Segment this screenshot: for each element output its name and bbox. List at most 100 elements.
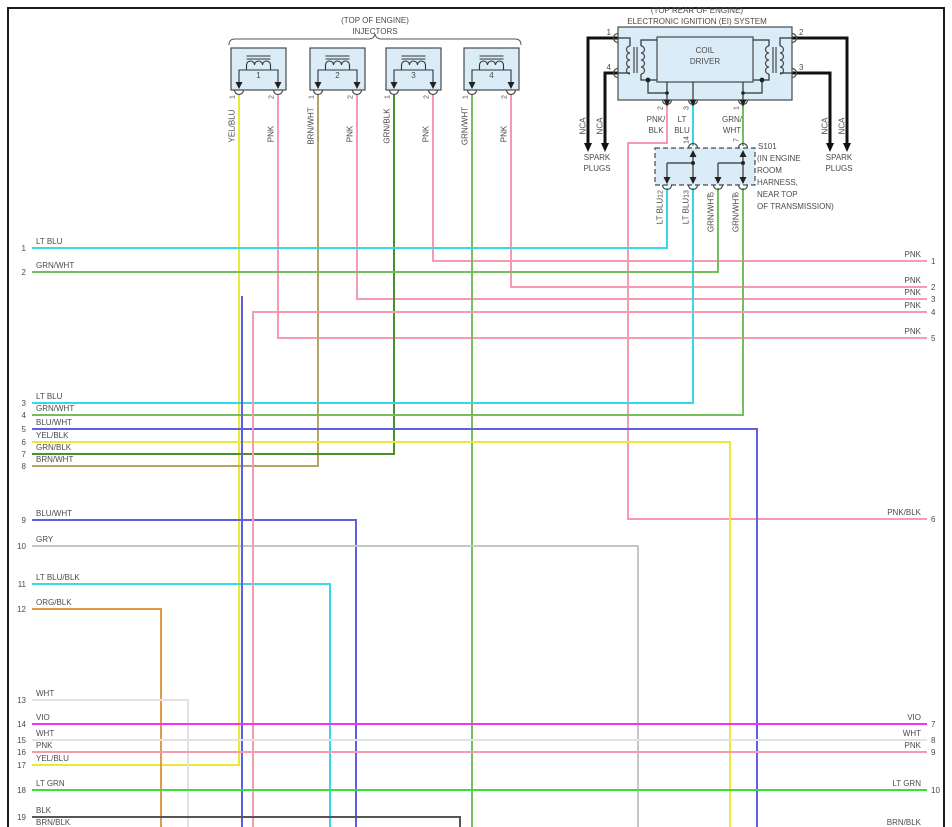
left-wire-number: 4 <box>21 411 26 420</box>
left-wire-label: LT BLU <box>36 392 63 401</box>
wire-row10-gry <box>32 545 639 827</box>
left-wire-number: 7 <box>21 450 26 459</box>
right-wire-label: PNK <box>904 327 921 336</box>
right-wire-number: 2 <box>931 283 936 292</box>
s101-note-line: HARNESS, <box>757 178 798 187</box>
left-wire-label: LT BLU <box>36 237 63 246</box>
wire-row5-blu-wht <box>32 428 758 827</box>
right-wire-label: LT GRN <box>892 779 921 788</box>
right-wire-number: 8 <box>931 736 936 745</box>
ei-bottom-pin-label: LT <box>677 115 687 124</box>
wiring-diagram: (TOP OF ENGINE) INJECTORS (TOP REAR OF E… <box>0 0 952 827</box>
ei-bottom-pin-label: WHT <box>722 126 742 135</box>
ei-system-box <box>612 26 798 107</box>
injectors-title-line2: INJECTORS <box>352 27 398 36</box>
left-wire-number: 5 <box>21 425 26 434</box>
injector-pin-wire-label: GRN/BLK <box>382 108 392 144</box>
ei-pin-number: 3 <box>799 63 804 72</box>
right-wire-number: 4 <box>931 308 936 317</box>
s101-name-label: S101 <box>758 142 777 151</box>
coil-driver-label-line1: COIL <box>695 46 715 55</box>
right-wire-number: 7 <box>931 720 936 729</box>
s101-bottom-pin-label: LT BLU <box>681 197 691 225</box>
injector-pin-number: 2 <box>501 95 509 99</box>
coil-driver-label-line2: DRIVER <box>689 57 721 66</box>
wire-s101-pin6-grn-wht <box>32 188 744 416</box>
left-wire-label: ORG/BLK <box>36 598 72 607</box>
right-wire-label: PNK <box>904 741 921 750</box>
s101-bottom-pin-label: GRN/WHT <box>706 194 716 233</box>
left-wire-label: GRY <box>36 535 54 544</box>
s101-bottom-pin-label: GRN/WHT <box>731 194 741 233</box>
wire-spark-pin4 <box>603 71 618 144</box>
s101-note-line: NEAR TOP <box>757 190 798 199</box>
wire-row6-yel-blk <box>32 441 731 827</box>
left-wire-number: 2 <box>21 268 26 277</box>
left-wire-number: 8 <box>21 462 26 471</box>
right-wire-label: WHT <box>902 729 921 738</box>
wire-inj2-pin1-brn-wht <box>32 94 319 467</box>
injector-number: 3 <box>411 71 416 80</box>
left-wire-label: GRN/WHT <box>36 404 75 413</box>
diagram-graphics <box>7 7 945 827</box>
ei-title-line2: ELECTRONIC IGNITION (EI) SYSTEM <box>627 17 767 26</box>
ei-bottom-pin-number: 2 <box>657 106 665 110</box>
left-wire-label: WHT <box>36 729 55 738</box>
right-wire-label: PNK <box>904 301 921 310</box>
nca-label: NCA <box>820 117 830 135</box>
ei-bottom-pin-label: BLU <box>674 126 690 135</box>
right-wire-number: 6 <box>931 515 936 524</box>
s101-bottom-pin-label: LT BLU <box>655 197 665 225</box>
wire-s101-pin13-lt-blu <box>32 188 694 404</box>
left-wire-number: 11 <box>17 580 26 589</box>
left-wire-number: 15 <box>17 736 26 745</box>
right-wire-label: PNK/BLK <box>887 508 921 517</box>
s101-bottom-pin-number: 13 <box>683 190 691 198</box>
injector-pin-number: 1 <box>308 95 316 99</box>
injector-pin-wire-label: BRN/WHT <box>306 106 316 145</box>
left-wire-label: PNK <box>36 741 53 750</box>
nca-label: NCA <box>578 117 588 135</box>
injector-pin-number: 2 <box>268 95 276 99</box>
left-wire-number: 10 <box>17 542 26 551</box>
nca-label: NCA <box>595 117 605 135</box>
spark-plugs-label: PLUGS <box>583 164 611 173</box>
s101-note-line: OF TRANSMISSION) <box>757 202 834 211</box>
left-wire-label: GRN/WHT <box>36 261 75 270</box>
right-wire-label: VIO <box>907 713 921 722</box>
left-wire-label: BLK <box>36 806 52 815</box>
s101-top-pin-number: 7 <box>733 138 741 142</box>
page-frame <box>7 7 945 827</box>
injector-pin-wire-label: PNK <box>499 126 509 143</box>
right-wire-label: BRN/BLK <box>886 818 921 827</box>
left-wire-label: BLU/WHT <box>36 509 72 518</box>
injector-number: 4 <box>489 71 494 80</box>
left-wire-number: 3 <box>21 399 26 408</box>
s101-bottom-pin-number: 12 <box>657 190 665 198</box>
injector-symbols <box>230 47 520 96</box>
left-wire-label: YEL/BLU <box>36 754 69 763</box>
injector-pin-number: 2 <box>423 95 431 99</box>
right-wire-number: 5 <box>931 334 936 343</box>
ei-title-line1: (TOP REAR OF ENGINE) <box>650 6 744 15</box>
s101-top-pin-number: 14 <box>683 136 691 144</box>
left-wire-number: 17 <box>17 761 26 770</box>
left-wire-label: WHT <box>36 689 55 698</box>
injector-number: 1 <box>256 71 261 80</box>
left-wire-number: 6 <box>21 438 26 447</box>
nca-label: NCA <box>837 117 847 135</box>
wire-row19-blk <box>32 816 461 827</box>
left-wire-number: 16 <box>17 748 26 757</box>
wire-s101-pin12-lt-blu <box>32 188 668 249</box>
injector-pin-wire-label: PNK <box>421 126 431 143</box>
wire-row13-wht <box>32 699 189 827</box>
s101-splice-box <box>654 142 756 191</box>
spark-plugs-label: PLUGS <box>825 164 853 173</box>
ei-pin-number: 4 <box>606 63 611 72</box>
left-wire-number: 9 <box>21 516 26 525</box>
ei-bottom-pin-label: GRN/ <box>722 115 742 124</box>
injector-pin-number: 1 <box>462 95 470 99</box>
left-wire-number: 14 <box>17 720 26 729</box>
ei-bottom-pin-number: 3 <box>683 106 691 110</box>
right-wire-label: PNK <box>904 288 921 297</box>
